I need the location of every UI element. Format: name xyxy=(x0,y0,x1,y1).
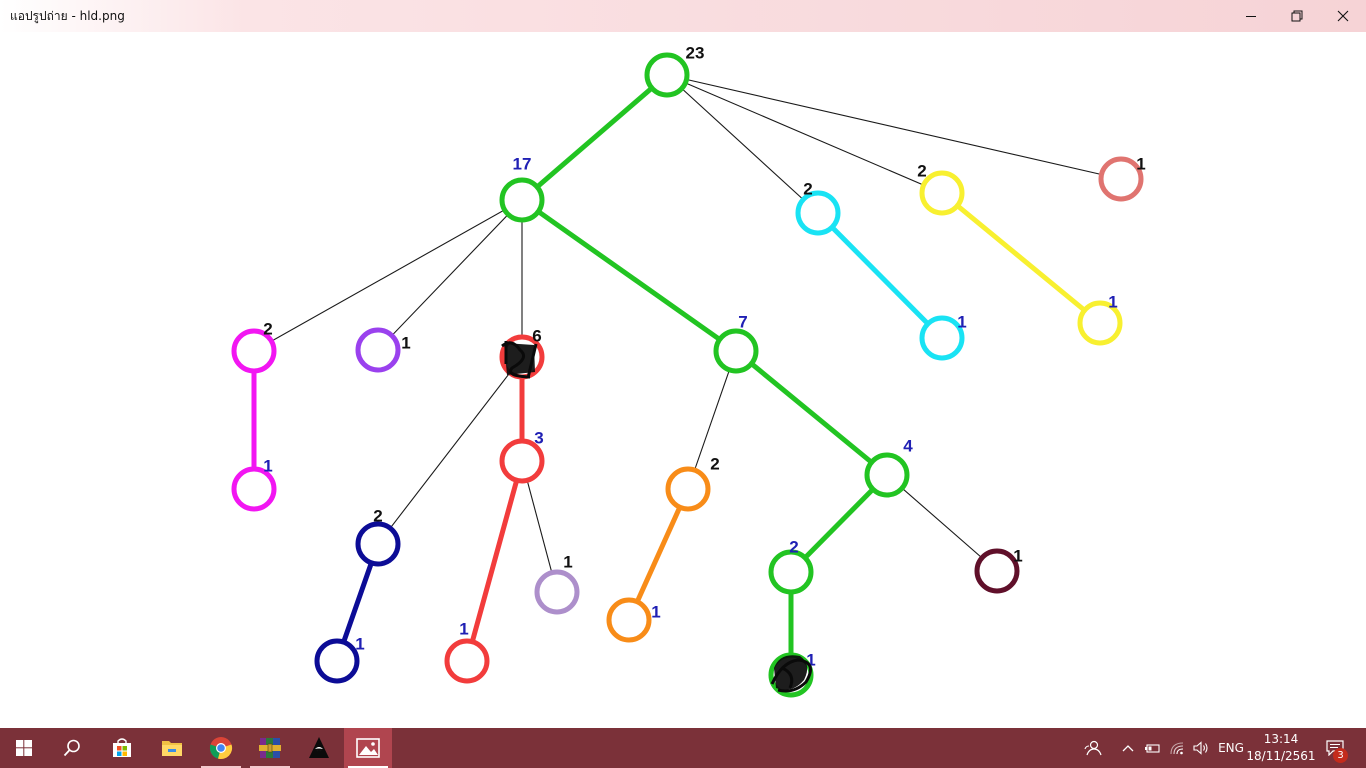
window-title: แอปรูปถ่าย - hld.png xyxy=(10,8,125,23)
volume-button[interactable] xyxy=(1190,728,1212,768)
restore-button[interactable] xyxy=(1274,0,1320,32)
language-indicator: ENG xyxy=(1218,741,1244,755)
window-titlebar[interactable]: แอปรูปถ่าย - hld.png xyxy=(0,0,1366,32)
taskbar: ENG 13:14 18/11/2561 xyxy=(0,728,1366,768)
light-edge xyxy=(377,356,523,545)
tree-node-pur1 xyxy=(355,327,401,373)
light-edge xyxy=(253,199,523,352)
heavy-edge xyxy=(940,191,1102,325)
node-label-yel1: 1 xyxy=(1108,292,1117,311)
tree-node-red1 xyxy=(444,638,490,684)
file-explorer-app[interactable] xyxy=(148,728,196,768)
light-edge xyxy=(666,74,1122,180)
minimize-button[interactable] xyxy=(1228,0,1274,32)
tree-node-cyan2 xyxy=(795,190,841,236)
close-icon xyxy=(1337,10,1349,22)
tree-diagram: 231722 11121 671324212 11111 xyxy=(231,43,1146,698)
store-icon xyxy=(113,738,131,757)
winrar-icon xyxy=(259,738,281,758)
node-label-red1: 1 xyxy=(459,619,468,638)
node-label-red3: 3 xyxy=(534,428,543,447)
photos-icon xyxy=(356,738,380,758)
tree-node-lav1 xyxy=(534,569,580,615)
heavy-edge xyxy=(464,460,525,662)
people-icon xyxy=(1084,740,1102,756)
close-button[interactable] xyxy=(1320,0,1366,32)
tree-node-or2 xyxy=(665,466,711,512)
node-label-pur1: 1 xyxy=(401,333,410,352)
tree-node-g7 xyxy=(713,328,759,374)
tree-node-g4 xyxy=(864,452,910,498)
heavy-edge xyxy=(520,73,669,202)
tree-node-nav2 xyxy=(355,521,401,567)
node-label-yel2: 2 xyxy=(917,161,926,180)
action-center-button[interactable] xyxy=(1320,728,1350,768)
node-label-g4: 4 xyxy=(903,436,913,455)
minimize-icon xyxy=(1246,16,1256,17)
tree-node-g2 xyxy=(768,549,814,595)
node-label-red6: 6 xyxy=(532,326,541,345)
search-button[interactable] xyxy=(48,728,96,768)
hooded-figure-icon xyxy=(309,737,329,758)
tree-node-or1 xyxy=(606,597,652,643)
nodes-layer xyxy=(231,52,1144,698)
winrar-app[interactable] xyxy=(246,728,294,768)
image-canvas[interactable]: 23 17 2 2 1 1 1 2 1 6 7 1 3 2 4 2 1 2 1 1 1 1 1 xyxy=(0,32,1366,728)
tree-node-cyan1 xyxy=(919,315,965,361)
node-label-root: 23 xyxy=(686,43,705,62)
restore-icon xyxy=(1291,10,1303,22)
wifi-icon xyxy=(1170,742,1184,755)
chrome-icon xyxy=(209,737,233,760)
node-label-g2: 2 xyxy=(789,537,798,556)
store-app[interactable] xyxy=(98,728,146,768)
input-language-button[interactable]: ENG xyxy=(1214,728,1248,768)
node-label-mar1: 1 xyxy=(1013,546,1022,565)
scribble-layer xyxy=(501,341,812,693)
node-label-or2: 2 xyxy=(710,454,719,473)
notification-count-badge: 3 xyxy=(1333,748,1348,763)
node-label-n17: 17 xyxy=(513,154,532,173)
clock-time: 13:14 xyxy=(1263,732,1299,746)
tree-node-yel2 xyxy=(919,170,965,216)
vpn-app[interactable] xyxy=(295,728,343,768)
window-controls xyxy=(1228,0,1366,32)
tree-node-mar1 xyxy=(974,548,1020,594)
node-label-g7: 7 xyxy=(738,312,747,331)
light-edge xyxy=(377,199,523,351)
speaker-icon xyxy=(1193,741,1208,755)
node-label-mag2: 2 xyxy=(263,319,272,338)
clock[interactable]: 13:14 18/11/2561 xyxy=(1244,731,1318,765)
light-edge xyxy=(666,74,819,214)
network-button[interactable] xyxy=(1166,728,1188,768)
show-hidden-icons-button[interactable] xyxy=(1118,728,1138,768)
tree-node-sal1 xyxy=(1098,156,1144,202)
node-label-cyan1: 1 xyxy=(957,312,966,331)
heavy-edge xyxy=(816,211,944,340)
folder-icon xyxy=(162,741,182,756)
people-button[interactable] xyxy=(1080,728,1106,768)
battery-button[interactable] xyxy=(1142,728,1162,768)
chevron-up-icon xyxy=(1122,745,1134,752)
chrome-app[interactable] xyxy=(197,728,245,768)
node-label-nav1: 1 xyxy=(355,634,364,653)
node-label-or1: 1 xyxy=(651,602,660,621)
node-label-mag1: 1 xyxy=(263,456,272,475)
photos-app[interactable] xyxy=(344,728,392,768)
heavy-edge xyxy=(734,349,889,477)
clock-date: 18/11/2561 xyxy=(1246,749,1316,763)
battery-icon xyxy=(1145,744,1160,753)
tree-node-nav1 xyxy=(314,638,360,684)
heavy-edge xyxy=(520,197,738,354)
start-button[interactable] xyxy=(0,728,48,768)
search-icon xyxy=(63,739,80,757)
node-label-nav2: 2 xyxy=(373,506,382,525)
node-label-sal1: 1 xyxy=(1136,154,1145,173)
node-label-cyan2: 2 xyxy=(803,179,812,198)
tree-node-root xyxy=(644,52,690,98)
windows-logo-icon xyxy=(16,740,32,756)
node-label-lav1: 1 xyxy=(563,552,572,571)
light-edge xyxy=(666,74,943,194)
tree-node-n17 xyxy=(499,177,545,223)
